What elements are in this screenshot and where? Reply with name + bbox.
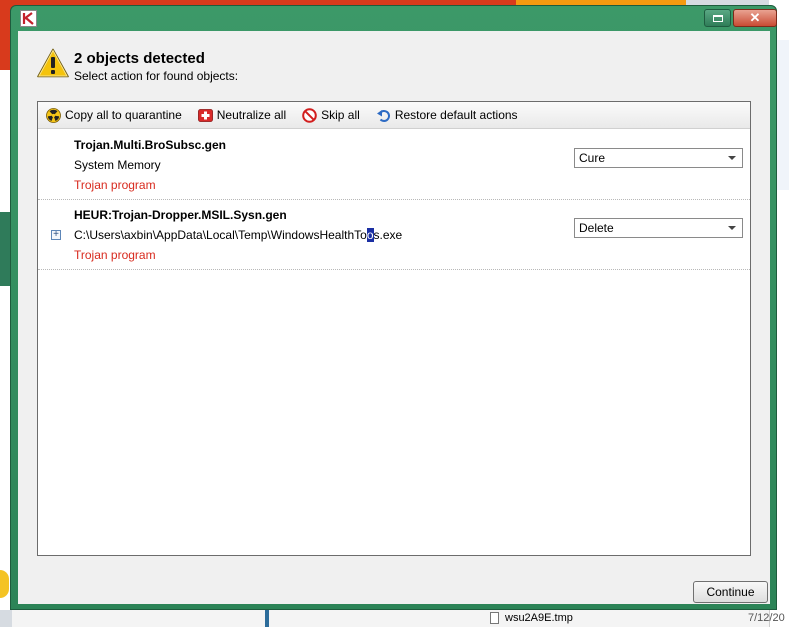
threat-location-suffix: s.exe [373, 228, 403, 242]
no-entry-icon [302, 107, 317, 123]
neutralize-all-button[interactable]: Neutralize all [197, 108, 287, 123]
background-file-item: wsu2A9E.tmp [490, 612, 573, 624]
dialog-client-area: 2 objects detected Select action for fou… [18, 31, 770, 604]
skip-all-button[interactable]: Skip all [302, 107, 360, 123]
threat-type: Trojan program [74, 248, 156, 262]
close-button[interactable]: ✕ [733, 9, 777, 27]
restore-default-actions-button[interactable]: Restore default actions [376, 108, 518, 123]
threat-type: Trojan program [74, 178, 156, 192]
threat-location: C:\Users\axbin\AppData\Local\Temp\Window… [74, 228, 402, 242]
threat-name: HEUR:Trojan-Dropper.MSIL.Sysn.gen [74, 208, 287, 222]
restore-default-actions-label: Restore default actions [394, 108, 518, 122]
action-dropdown[interactable]: Delete [574, 218, 743, 238]
continue-button[interactable]: Continue [693, 581, 768, 603]
text-cursor-selection: o [366, 228, 374, 242]
skip-all-label: Skip all [321, 108, 360, 122]
radiation-icon [46, 107, 61, 123]
chevron-down-icon [728, 226, 736, 230]
copy-all-to-quarantine-label: Copy all to quarantine [65, 108, 182, 122]
copy-all-to-quarantine-button[interactable]: Copy all to quarantine [46, 107, 182, 123]
background-bottom-bar [265, 608, 269, 627]
action-dropdown[interactable]: Cure [574, 148, 743, 168]
restore-icon [712, 14, 723, 22]
action-dropdown-value: Delete [579, 221, 614, 235]
neutralize-all-label: Neutralize all [216, 108, 287, 122]
threat-location-prefix: C:\Users\axbin\AppData\Local\Temp\Window… [74, 228, 367, 242]
file-icon [490, 612, 499, 624]
threat-location: System Memory [74, 158, 161, 172]
restore-button[interactable] [704, 9, 731, 27]
warning-icon [37, 48, 69, 81]
background-file-date: 7/12/20 [748, 612, 785, 624]
background-file-name: wsu2A9E.tmp [505, 612, 573, 624]
threat-name: Trojan.Multi.BroSubsc.gen [74, 138, 227, 152]
page-subtitle: Select action for found objects: [74, 69, 239, 83]
first-aid-icon [197, 108, 213, 123]
list-item[interactable]: Trojan.Multi.BroSubsc.gen System Memory … [38, 130, 750, 200]
chevron-down-icon [728, 156, 736, 160]
expand-icon[interactable]: + [51, 230, 61, 240]
kaspersky-k-icon [20, 10, 37, 27]
list-item[interactable]: HEUR:Trojan-Dropper.MSIL.Sysn.gen + C:\U… [38, 200, 750, 270]
actions-toolbar: Copy all to quarantine Neutralize all Sk… [38, 102, 750, 129]
background-bottom-pane [12, 608, 769, 627]
action-dropdown-value: Cure [579, 151, 606, 165]
detected-objects-panel: Copy all to quarantine Neutralize all Sk… [37, 101, 751, 556]
page-title: 2 objects detected [74, 50, 205, 67]
detection-dialog: ✕ 2 objects detected Select action for f… [10, 5, 777, 610]
undo-icon [376, 108, 391, 123]
